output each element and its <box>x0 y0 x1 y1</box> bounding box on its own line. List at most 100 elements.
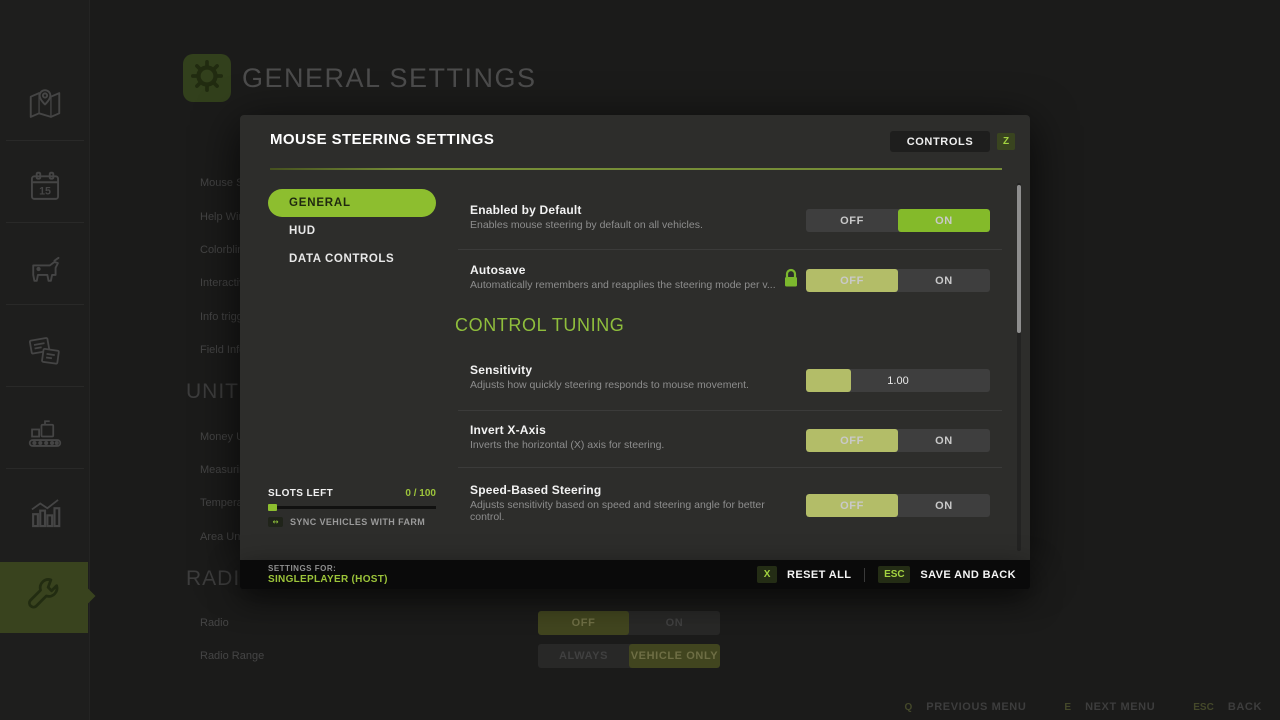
slots-progress-bar <box>268 506 436 509</box>
bg-setting-label: Field Info <box>200 344 245 356</box>
sidebar-divider <box>6 222 84 223</box>
controls-button[interactable]: CONTROLS <box>890 131 990 152</box>
save-and-back-button[interactable]: SAVE AND BACK <box>920 569 1016 581</box>
reset-all-button[interactable]: RESET ALL <box>787 569 851 581</box>
bg-setting-label: Colorblin <box>200 244 243 256</box>
active-tab-notch <box>79 588 96 605</box>
setting-row-speed-based-steering: Speed-Based Steering <box>470 483 810 497</box>
save-key-badge: ESC <box>878 566 910 583</box>
previous-menu-key: Q <box>905 702 913 713</box>
bg-radio-range-label: Radio Range <box>200 650 264 662</box>
bg-radio-label: Radio <box>200 617 229 629</box>
settings-wrench-icon <box>22 573 66 622</box>
statistics-icon <box>26 494 64 537</box>
sidebar-divider <box>6 386 84 387</box>
sidebar-divider <box>6 304 84 305</box>
scrollbar-thumb[interactable] <box>1017 185 1021 333</box>
background-sidebar: 15 <box>0 0 90 720</box>
controls-key-badge: Z <box>997 133 1015 150</box>
setting-name: Speed-Based Steering <box>470 483 810 497</box>
setting-name: Invert X-Axis <box>470 423 810 437</box>
slots-left-value: 0 / 100 <box>405 488 436 499</box>
setting-name: Autosave <box>470 263 810 277</box>
section-header-control-tuning: CONTROL TUNING <box>455 315 624 336</box>
calendar-day-label: 15 <box>39 185 51 197</box>
dialog-footer: SETTINGS FOR: SINGLEPLAYER (HOST) X RESE… <box>240 560 1030 589</box>
off-button[interactable]: OFF <box>806 209 898 232</box>
setting-name: Enabled by Default <box>470 203 810 217</box>
on-button[interactable]: ON <box>898 209 990 232</box>
invert-x-axis-toggle: OFF ON <box>806 429 990 452</box>
bg-menu-footer: Q PREVIOUS MENU E NEXT MENU ESC BACK <box>905 701 1262 713</box>
tab-data-controls[interactable]: DATA CONTROLS <box>289 253 394 265</box>
bg-setting-label: Info trigg <box>200 311 243 323</box>
row-divider <box>458 467 1002 468</box>
contracts-icon <box>26 332 64 375</box>
sync-key-badge: ↔ <box>268 517 283 527</box>
sidebar-item-settings-active <box>0 562 88 633</box>
setting-desc: Adjusts sensitivity based on speed and s… <box>470 499 800 523</box>
setting-row-autosave: Autosave <box>470 263 810 277</box>
setting-desc: Enables mouse steering by default on all… <box>470 219 812 231</box>
bg-setting-label: Interactiv <box>200 277 245 289</box>
sidebar-item-map <box>0 72 90 142</box>
bg-radio-on-button: ON <box>629 611 720 635</box>
map-icon <box>26 86 64 129</box>
screen: 15 <box>0 0 1280 720</box>
sync-vehicles-label: SYNC VEHICLES WITH FARM <box>290 517 425 527</box>
setting-desc: Automatically remembers and reapplies th… <box>470 279 812 291</box>
gear-icon <box>190 59 224 98</box>
next-menu-label: NEXT MENU <box>1085 701 1155 713</box>
bg-setting-label: Measurin <box>200 464 245 476</box>
on-button[interactable]: ON <box>898 269 990 292</box>
slider-value: 1.00 <box>806 369 990 392</box>
setting-row-invert-x-axis: Invert X-Axis <box>470 423 810 437</box>
header-rule <box>270 168 1002 170</box>
sidebar-item-production <box>0 400 90 470</box>
settings-for-block: SETTINGS FOR: SINGLEPLAYER (HOST) <box>268 564 388 585</box>
bg-setting-label: Area Uni <box>200 531 243 543</box>
setting-desc: Adjusts how quickly steering responds to… <box>470 379 812 391</box>
footer-separator <box>864 568 865 582</box>
settings-for-label: SETTINGS FOR: <box>268 564 388 573</box>
setting-desc: Inverts the horizontal (X) axis for stee… <box>470 439 812 451</box>
tab-general[interactable]: GENERAL <box>268 189 436 217</box>
setting-row-sensitivity: Sensitivity <box>470 363 810 377</box>
sync-vehicles-row[interactable]: ↔ SYNC VEHICLES WITH FARM <box>268 517 436 527</box>
off-button[interactable]: OFF <box>806 494 898 517</box>
slots-progress-fill <box>268 504 277 511</box>
page-icon <box>183 54 231 102</box>
sidebar-divider <box>6 140 84 141</box>
bg-radio-range-always-button: ALWAYS <box>538 644 629 668</box>
back-key: ESC <box>1193 702 1214 713</box>
bg-setting-label: Money U <box>200 431 244 443</box>
off-button[interactable]: OFF <box>806 269 898 292</box>
on-button[interactable]: ON <box>898 429 990 452</box>
setting-row-enabled-by-default: Enabled by Default <box>470 203 810 217</box>
sensitivity-slider[interactable]: 1.00 <box>806 369 990 392</box>
setting-name: Sensitivity <box>470 363 810 377</box>
dialog-title: MOUSE STEERING SETTINGS <box>270 131 494 148</box>
settings-for-value: SINGLEPLAYER (HOST) <box>268 574 388 585</box>
tab-hud[interactable]: HUD <box>289 225 316 237</box>
bg-radio-off-button: OFF <box>538 611 629 635</box>
autosave-toggle: OFF ON <box>806 269 990 292</box>
previous-menu-label: PREVIOUS MENU <box>926 701 1026 713</box>
dialog-scrollbar[interactable] <box>1017 183 1021 551</box>
back-label: BACK <box>1228 701 1262 713</box>
production-icon <box>25 413 65 458</box>
row-divider <box>458 249 1002 250</box>
bg-radio-toggle: OFF ON <box>538 611 720 635</box>
sidebar-item-contracts <box>0 318 90 388</box>
slots-left-label: SLOTS LEFT <box>268 488 333 499</box>
calendar-icon: 15 <box>26 168 64 211</box>
off-button[interactable]: OFF <box>806 429 898 452</box>
reset-key-badge: X <box>757 566 777 583</box>
bg-radio-range-vehicle-only-button: VEHICLE ONLY <box>629 644 720 668</box>
sidebar-item-statistics <box>0 480 90 550</box>
bg-radio-range-toggle: ALWAYS VEHICLE ONLY <box>538 644 720 668</box>
sidebar-item-calendar: 15 <box>0 154 90 224</box>
page-title: GENERAL SETTINGS <box>242 63 537 94</box>
speed-based-steering-toggle: OFF ON <box>806 494 990 517</box>
on-button[interactable]: ON <box>898 494 990 517</box>
